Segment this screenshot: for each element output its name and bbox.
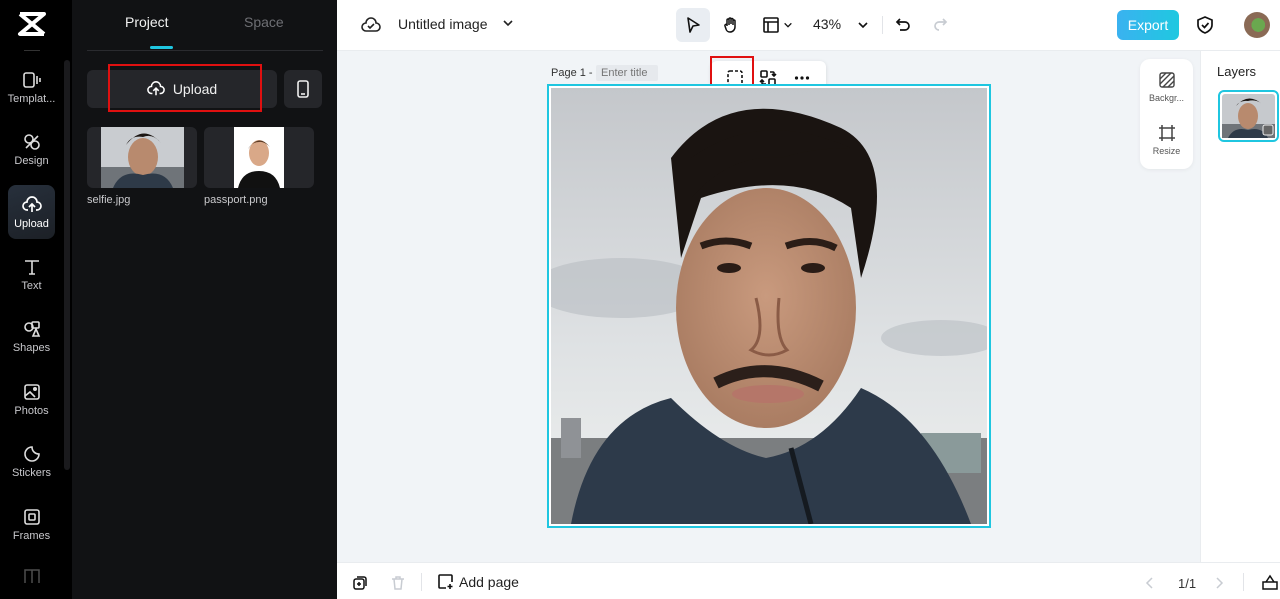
pointer-icon bbox=[687, 17, 700, 33]
upload-button[interactable]: Upload bbox=[87, 70, 277, 108]
export-button[interactable]: Export bbox=[1117, 10, 1179, 40]
add-page-label: Add page bbox=[459, 573, 519, 590]
selfie-thumbnail-image bbox=[100, 127, 184, 188]
zoom-chevron-down-icon[interactable] bbox=[857, 19, 869, 31]
frame-icon bbox=[23, 508, 40, 525]
toolbar-divider bbox=[882, 16, 883, 34]
previous-page-icon[interactable] bbox=[1145, 577, 1155, 589]
add-page-icon bbox=[438, 574, 453, 589]
text-icon bbox=[24, 259, 39, 275]
rail-item-templates[interactable]: Templat... bbox=[8, 60, 55, 114]
selected-image-frame[interactable] bbox=[547, 84, 991, 528]
photos-icon bbox=[23, 383, 40, 400]
select-tool-button[interactable] bbox=[676, 8, 710, 42]
capcut-logo-icon[interactable] bbox=[16, 10, 48, 38]
delete-page-icon[interactable] bbox=[390, 575, 406, 591]
active-tab-indicator bbox=[150, 46, 173, 49]
shapes-icon bbox=[23, 320, 40, 337]
upload-button-label: Upload bbox=[172, 81, 218, 97]
design-icon bbox=[23, 133, 40, 150]
upload-panel: Project Space Upload selfie.jpg passport… bbox=[72, 0, 337, 599]
template-icon bbox=[22, 71, 41, 88]
left-rail: Templat... Design Upload Text Shapes Pho… bbox=[0, 0, 72, 599]
background-icon bbox=[1158, 72, 1175, 88]
collapse-pages-icon[interactable] bbox=[1262, 574, 1278, 590]
top-bar: Untitled image 43% Export bbox=[337, 0, 1280, 51]
tab-project[interactable]: Project bbox=[125, 14, 169, 30]
hand-tool-button[interactable] bbox=[714, 8, 748, 42]
layer-item-selfie[interactable] bbox=[1218, 90, 1279, 142]
asset-passport[interactable]: passport.png bbox=[204, 127, 314, 206]
cloud-upload-icon bbox=[21, 195, 42, 212]
asset-selfie[interactable]: selfie.jpg bbox=[87, 127, 197, 206]
user-avatar[interactable] bbox=[1244, 12, 1270, 38]
layer-thumbnail-image bbox=[1222, 94, 1275, 138]
background-button[interactable]: Backgr... bbox=[1140, 71, 1193, 103]
asset-thumbnail bbox=[204, 127, 314, 188]
layout-dropdown-button[interactable] bbox=[757, 8, 797, 42]
chevron-down-icon[interactable] bbox=[502, 17, 514, 29]
duplicate-page-icon[interactable] bbox=[352, 575, 368, 591]
cloud-upload-icon bbox=[146, 81, 165, 96]
rail-item-label: Shapes bbox=[12, 341, 51, 354]
rail-divider bbox=[24, 50, 40, 51]
page-label: Page 1 - bbox=[551, 67, 593, 79]
rail-item-label: Photos bbox=[14, 404, 49, 417]
rail-item-text[interactable]: Text bbox=[8, 247, 55, 301]
redo-icon bbox=[934, 18, 948, 31]
rail-item-photos[interactable]: Photos bbox=[8, 372, 55, 426]
mobile-phone-icon bbox=[297, 80, 309, 98]
undo-icon bbox=[895, 18, 910, 31]
rail-item-stickers[interactable]: Stickers bbox=[8, 434, 55, 488]
selfie-image bbox=[551, 88, 987, 524]
bottom-divider bbox=[421, 573, 422, 591]
rail-item-upload[interactable]: Upload bbox=[8, 185, 55, 239]
layers-panel: Layers bbox=[1200, 51, 1280, 562]
resize-label: Resize bbox=[1152, 146, 1181, 156]
rail-item-label: Templat... bbox=[7, 92, 56, 105]
bottom-divider bbox=[1243, 573, 1244, 591]
zoom-level[interactable]: 43% bbox=[813, 16, 841, 32]
more-tools-icon[interactable] bbox=[24, 569, 40, 583]
shield-check-icon[interactable] bbox=[1196, 15, 1214, 35]
document-title[interactable]: Untitled image bbox=[398, 16, 488, 32]
rail-item-label: Text bbox=[21, 279, 42, 292]
passport-thumbnail-image bbox=[234, 127, 284, 188]
layout-icon bbox=[762, 17, 779, 33]
asset-name: selfie.jpg bbox=[87, 194, 131, 206]
cloud-saved-icon[interactable] bbox=[361, 15, 381, 35]
panel-tabs: Project Space bbox=[87, 0, 323, 51]
page-tools-panel: Backgr... Resize bbox=[1140, 59, 1193, 169]
tab-space[interactable]: Space bbox=[244, 14, 284, 30]
background-label: Backgr... bbox=[1148, 93, 1184, 103]
rail-item-label: Upload bbox=[14, 217, 49, 230]
canvas-area: Page 1 - Enter title Backgr... Resize bbox=[337, 51, 1200, 562]
rail-scrollbar[interactable] bbox=[64, 60, 70, 470]
rail-item-label: Stickers bbox=[11, 466, 52, 479]
add-page-button[interactable]: Add page bbox=[437, 573, 519, 590]
hand-icon bbox=[724, 17, 736, 33]
rail-item-label: Design bbox=[14, 154, 49, 167]
asset-thumbnail bbox=[87, 127, 197, 188]
page-title-input[interactable] bbox=[596, 65, 658, 81]
resize-icon bbox=[1158, 125, 1175, 141]
rail-item-frames[interactable]: Frames bbox=[8, 497, 55, 551]
rail-item-label: Frames bbox=[12, 529, 51, 542]
layers-title: Layers bbox=[1217, 64, 1257, 79]
upload-from-phone-button[interactable] bbox=[284, 70, 322, 108]
redo-button[interactable] bbox=[923, 8, 957, 42]
rail-item-shapes[interactable]: Shapes bbox=[8, 309, 55, 363]
resize-button[interactable]: Resize bbox=[1140, 124, 1193, 156]
chevron-down-icon bbox=[783, 22, 792, 28]
asset-name: passport.png bbox=[204, 194, 268, 206]
undo-button[interactable] bbox=[886, 8, 920, 42]
bottom-bar: Add page 1/1 bbox=[337, 562, 1280, 599]
page-indicator: 1/1 bbox=[1178, 576, 1197, 591]
rail-item-design[interactable]: Design bbox=[8, 122, 55, 176]
next-page-icon[interactable] bbox=[1214, 577, 1224, 589]
sticker-icon bbox=[23, 445, 40, 462]
